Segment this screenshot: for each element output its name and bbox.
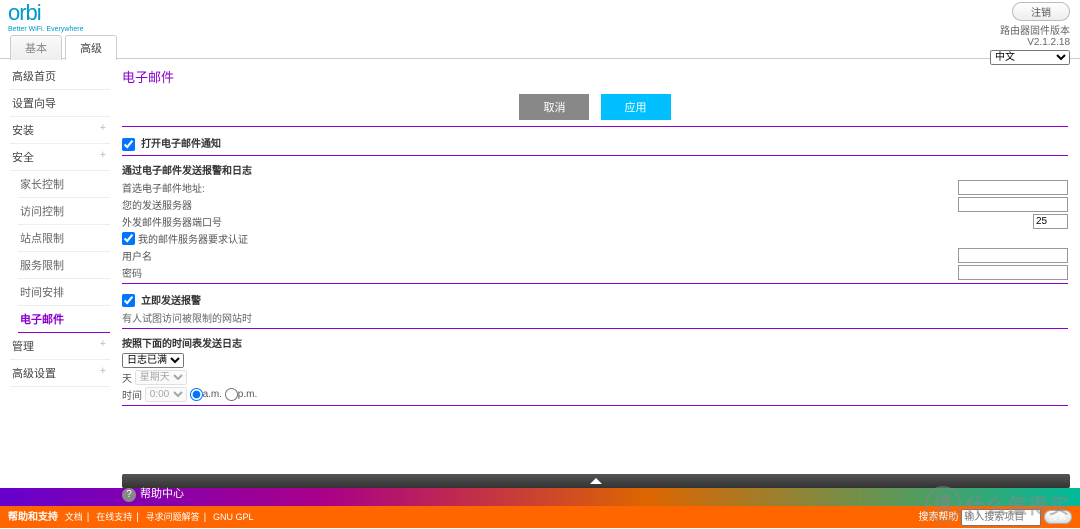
nav-admin[interactable]: 管理 — [10, 333, 110, 360]
footer-support[interactable]: 在线支持 — [96, 512, 132, 522]
sidebar: 高级首页 设置向导 安装 安全 家长控制 访问控制 站点限制 服务限制 时间安排… — [0, 59, 112, 486]
nav-adv-home[interactable]: 高级首页 — [10, 63, 110, 90]
day-label: 天 — [122, 370, 132, 385]
logo: orbi Better WiFi. Everywhere — [8, 0, 83, 33]
divider — [122, 328, 1068, 329]
time-label: 时间 — [122, 387, 142, 402]
server-input[interactable] — [958, 197, 1068, 212]
recipient-label: 首选电子邮件地址: — [122, 180, 958, 195]
footer-community[interactable]: 寻求问题解答 — [146, 512, 200, 522]
time-select[interactable]: 0:00 — [145, 387, 187, 402]
nav-setup-wizard[interactable]: 设置向导 — [10, 90, 110, 117]
nav-parental[interactable]: 家长控制 — [18, 171, 110, 198]
divider — [122, 126, 1068, 127]
search-help-label: 搜索帮助 — [918, 512, 958, 523]
port-input[interactable] — [1033, 214, 1068, 229]
am-label: a.m. — [203, 389, 222, 400]
immediate-label: 立即发送报警 — [141, 296, 201, 307]
tab-advanced[interactable]: 高级 — [65, 35, 117, 60]
divider — [122, 155, 1068, 156]
nav-install[interactable]: 安装 — [10, 117, 110, 144]
logout-button[interactable]: 注销 — [1012, 2, 1070, 21]
language-select[interactable]: 中文 — [990, 50, 1070, 65]
nav-schedule[interactable]: 时间安排 — [18, 279, 110, 306]
footer-gpl[interactable]: GNU GPL — [213, 512, 254, 522]
nav-adv-setup[interactable]: 高级设置 — [10, 360, 110, 387]
cancel-button[interactable]: 取消 — [519, 94, 589, 120]
search-button[interactable]: 搜索 — [1044, 510, 1072, 524]
schedule-title: 按照下面的时间表发送日志 — [122, 333, 1068, 352]
divider — [122, 283, 1068, 284]
enable-email-label: 打开电子邮件通知 — [141, 139, 221, 150]
pass-input[interactable] — [958, 265, 1068, 280]
tab-bar: 基本 高级 — [0, 35, 1080, 59]
recipient-input[interactable] — [958, 180, 1068, 195]
firmware-version: V2.1.2.18 — [990, 37, 1070, 48]
pm-label: p.m. — [238, 389, 257, 400]
tab-basic[interactable]: 基本 — [10, 35, 62, 60]
day-select[interactable]: 星期天 — [135, 370, 187, 385]
apply-button[interactable]: 应用 — [601, 94, 671, 120]
enable-email-checkbox[interactable] — [122, 138, 135, 151]
pm-radio[interactable] — [225, 388, 238, 401]
am-radio[interactable] — [190, 388, 203, 401]
footer: 帮助和支持 文档| 在线支持| 寻求问题解答| GNU GPL 搜索帮助 搜索 — [0, 506, 1080, 528]
logo-text: orbi — [8, 0, 83, 26]
nav-block-services[interactable]: 服务限制 — [18, 252, 110, 279]
server-label: 您的发送服务器 — [122, 197, 958, 212]
help-center[interactable]: ?帮助中心 — [122, 485, 184, 502]
pass-label: 密码 — [122, 265, 958, 280]
nav-access[interactable]: 访问控制 — [18, 198, 110, 225]
page-title: 电子邮件 — [122, 63, 1068, 92]
search-input[interactable] — [961, 509, 1041, 526]
footer-doc[interactable]: 文档 — [65, 512, 83, 522]
content-area: 电子邮件 取消 应用 打开电子邮件通知 通过电子邮件发送报警和日志 首选电子邮件… — [112, 59, 1080, 486]
firmware-label: 路由器固件版本 — [990, 22, 1070, 37]
immediate-sub: 有人试图访问被限制的网站时 — [122, 309, 1068, 326]
collapse-toggle[interactable] — [122, 474, 1070, 488]
nav-block-sites[interactable]: 站点限制 — [18, 225, 110, 252]
footer-help: 帮助和支持 — [8, 512, 58, 523]
user-input[interactable] — [958, 248, 1068, 263]
auth-label: 我的邮件服务器要求认证 — [138, 231, 248, 246]
logo-tagline: Better WiFi. Everywhere — [8, 26, 83, 33]
immediate-checkbox[interactable] — [122, 294, 135, 307]
auth-checkbox[interactable] — [122, 232, 135, 245]
nav-email[interactable]: 电子邮件 — [18, 306, 110, 333]
port-label: 外发邮件服务器端口号 — [122, 214, 1033, 229]
send-group-title: 通过电子邮件发送报警和日志 — [122, 160, 1068, 179]
user-label: 用户名 — [122, 248, 958, 263]
question-icon: ? — [122, 488, 136, 502]
nav-security[interactable]: 安全 — [10, 144, 110, 171]
divider — [122, 405, 1068, 406]
schedule-select[interactable]: 日志已满 — [122, 353, 184, 368]
